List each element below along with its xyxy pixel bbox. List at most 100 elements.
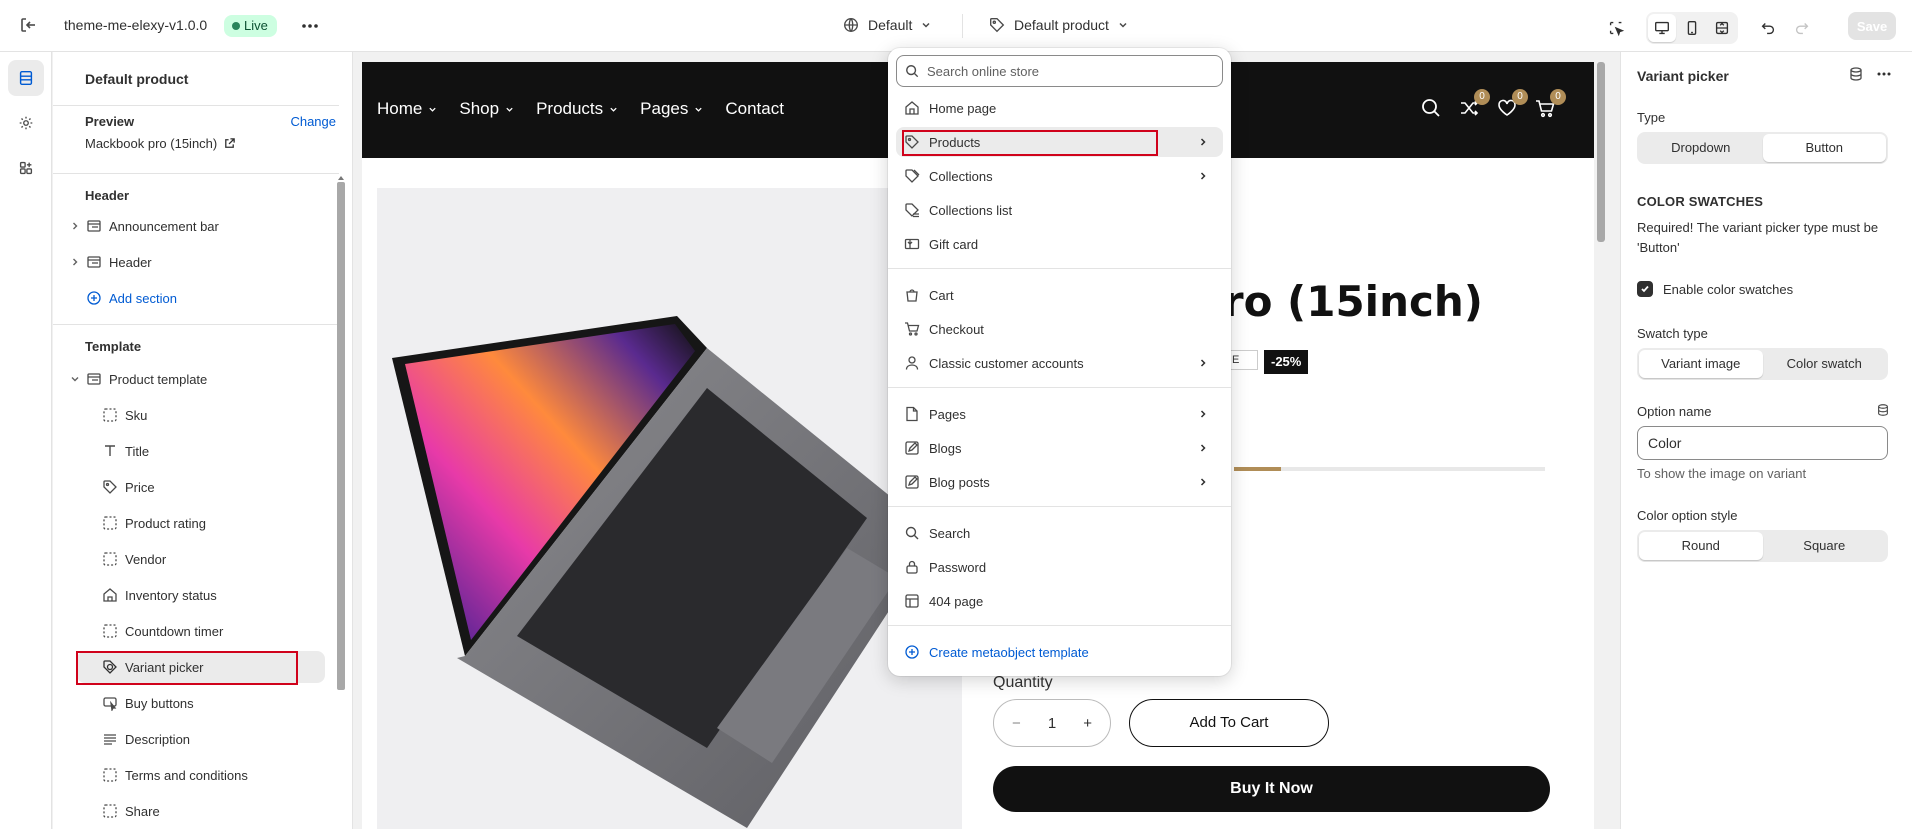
- quantity-value[interactable]: 1: [1048, 715, 1056, 732]
- panel-actions: [1848, 66, 1892, 82]
- database-icon[interactable]: [1848, 66, 1864, 82]
- wishlist-heart-icon[interactable]: 0: [1496, 89, 1528, 121]
- block-label: Sku: [125, 408, 148, 423]
- buy-it-now-button[interactable]: Buy It Now: [993, 766, 1550, 812]
- inspector-icon[interactable]: [1602, 14, 1630, 42]
- create-metaobject-template-button[interactable]: Create metaobject template: [896, 637, 1223, 667]
- template-search-field[interactable]: [896, 55, 1223, 87]
- wishlist-count-badge: 0: [1512, 89, 1528, 105]
- preview-scrollbar[interactable]: [1594, 62, 1608, 829]
- product-title: oro (15inch): [1194, 277, 1483, 326]
- stock-progress-bar: [1234, 467, 1545, 471]
- add-to-cart-button[interactable]: Add To Cart: [1129, 699, 1329, 747]
- sections-icon[interactable]: [8, 60, 44, 96]
- block-sku[interactable]: Sku: [53, 399, 325, 431]
- compare-icon[interactable]: 0: [1458, 89, 1490, 121]
- swatch-option-variant-image[interactable]: Variant image: [1639, 350, 1763, 378]
- menu-item-classic-customer-accounts[interactable]: Classic customer accounts: [896, 348, 1223, 378]
- menu-item-blogs[interactable]: Blogs: [896, 433, 1223, 463]
- mobile-icon[interactable]: [1678, 14, 1706, 42]
- redo-icon[interactable]: [1788, 14, 1816, 42]
- blog-icon: [905, 441, 919, 455]
- sidebar-item-header[interactable]: Header: [53, 246, 325, 278]
- block-terms-and-conditions[interactable]: Terms and conditions: [53, 759, 325, 791]
- block-description[interactable]: Description: [53, 723, 325, 755]
- block-share[interactable]: Share: [53, 795, 325, 827]
- swatch-option-color-swatch[interactable]: Color swatch: [1763, 350, 1887, 378]
- apps-icon[interactable]: [8, 150, 44, 186]
- left-rail: [0, 52, 52, 829]
- menu-item-blog-posts[interactable]: Blog posts: [896, 467, 1223, 497]
- text-align-icon: [104, 734, 116, 745]
- desktop-icon[interactable]: [1648, 14, 1676, 42]
- search-icon[interactable]: [1420, 97, 1444, 121]
- option-name-input[interactable]: [1637, 426, 1888, 460]
- scroll-thumb[interactable]: [1597, 62, 1605, 242]
- menu-item-checkout[interactable]: Checkout: [896, 314, 1223, 344]
- nav-contact[interactable]: Contact: [725, 99, 784, 119]
- sidebar-scrollbar[interactable]: [337, 182, 345, 690]
- nav-products[interactable]: Products: [536, 99, 618, 119]
- divider: [53, 105, 339, 106]
- menu-item-home-page[interactable]: Home page: [896, 93, 1223, 123]
- template-search-input[interactable]: [927, 63, 1207, 79]
- block-product-rating[interactable]: Product rating: [53, 507, 325, 539]
- settings-gear-icon[interactable]: [8, 105, 44, 141]
- type-option-button[interactable]: Button: [1762, 134, 1886, 162]
- block-title[interactable]: Title: [53, 435, 325, 467]
- exit-icon[interactable]: [18, 15, 40, 37]
- color-style-segmented-control: Round Square: [1637, 530, 1888, 562]
- swatch-type-segmented-control: Variant image Color swatch: [1637, 348, 1888, 380]
- cart-count-badge: 0: [1550, 89, 1566, 105]
- nav-label: Pages: [640, 99, 689, 118]
- product-image[interactable]: [377, 188, 962, 829]
- option-name-label: Option name: [1637, 404, 1712, 419]
- discount-badge: -25%: [1264, 350, 1309, 374]
- more-actions-icon[interactable]: [300, 16, 322, 36]
- tag-icon: [990, 18, 1005, 33]
- menu-item-collections[interactable]: Collections: [896, 161, 1223, 191]
- save-button[interactable]: Save: [1848, 12, 1896, 40]
- enable-color-swatches-checkbox[interactable]: Enable color swatches: [1637, 281, 1793, 297]
- view-selector[interactable]: Default: [842, 16, 932, 34]
- change-preview-link[interactable]: Change: [290, 114, 336, 129]
- template-selector[interactable]: Default product: [988, 16, 1129, 34]
- nav-shop[interactable]: Shop: [459, 99, 514, 119]
- divider: [888, 268, 1231, 269]
- plus-button[interactable]: +: [1083, 715, 1092, 732]
- sidebar-item-product-template[interactable]: Product template: [53, 363, 325, 395]
- block-price[interactable]: Price: [53, 471, 325, 503]
- menu-item-404-page[interactable]: 404 page: [896, 586, 1223, 616]
- blog-post-icon: [905, 475, 919, 489]
- section-icon: [87, 256, 101, 268]
- toolbar-right: [1602, 12, 1816, 44]
- block-buy-buttons[interactable]: Buy buttons: [53, 687, 325, 719]
- more-actions-icon[interactable]: [1876, 66, 1892, 82]
- type-option-dropdown[interactable]: Dropdown: [1639, 134, 1763, 162]
- block-countdown-timer[interactable]: Countdown timer: [53, 615, 325, 647]
- chevron-down-icon: [922, 22, 930, 28]
- dynamic-source-icon[interactable]: [1876, 403, 1890, 417]
- menu-item-password[interactable]: Password: [896, 552, 1223, 582]
- cart-icon[interactable]: 0: [1534, 89, 1566, 121]
- sidebar-item-announcement-bar[interactable]: Announcement bar: [53, 210, 325, 242]
- quantity-stepper[interactable]: − 1 +: [993, 699, 1111, 747]
- add-section-button[interactable]: Add section: [53, 282, 325, 314]
- menu-item-pages[interactable]: Pages: [896, 399, 1223, 429]
- scroll-up-arrow[interactable]: [338, 176, 344, 180]
- nav-pages[interactable]: Pages: [640, 99, 703, 119]
- checkbox-checked-icon[interactable]: [1637, 281, 1653, 297]
- minus-button[interactable]: −: [1012, 715, 1021, 732]
- nav-home[interactable]: Home: [377, 99, 437, 119]
- menu-item-cart[interactable]: Cart: [896, 280, 1223, 310]
- style-option-round[interactable]: Round: [1639, 532, 1763, 560]
- menu-item-gift-card[interactable]: Gift card: [896, 229, 1223, 259]
- menu-item-collections-list[interactable]: Collections list: [896, 195, 1223, 225]
- menu-item-search[interactable]: Search: [896, 518, 1223, 548]
- block-inventory-status[interactable]: Inventory status: [53, 579, 325, 611]
- fullscreen-icon[interactable]: [1708, 14, 1736, 42]
- undo-icon[interactable]: [1754, 14, 1782, 42]
- block-vendor[interactable]: Vendor: [53, 543, 325, 575]
- preview-product-link[interactable]: Mackbook pro (15inch): [85, 136, 236, 151]
- style-option-square[interactable]: Square: [1763, 532, 1887, 560]
